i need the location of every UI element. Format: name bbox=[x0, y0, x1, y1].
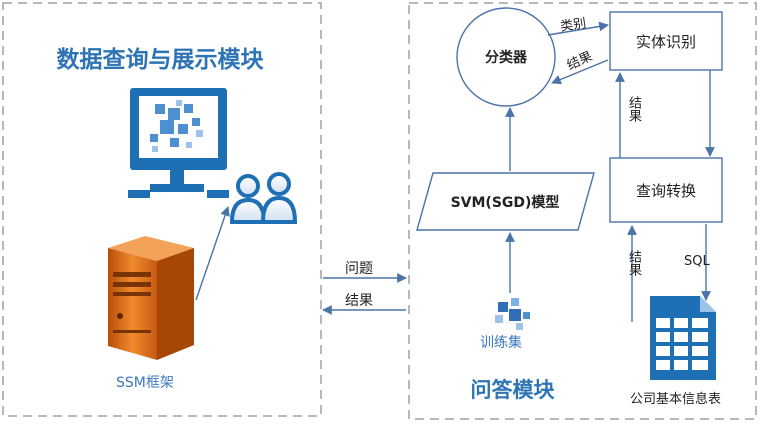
left-module-title: 数据查询与展示模块 bbox=[56, 47, 264, 73]
entity-result-edge-label: 结果 bbox=[626, 96, 641, 122]
server-icon bbox=[108, 236, 194, 360]
entity-recognition-label: 实体识别 bbox=[635, 33, 696, 51]
users-icon bbox=[229, 172, 298, 224]
question-edge-label: 问题 bbox=[345, 261, 373, 277]
sql-edge-label: SQL bbox=[684, 254, 710, 269]
table-label: 公司基本信息表 bbox=[630, 392, 722, 407]
training-set-icon bbox=[495, 298, 530, 330]
category-edge-label: 类别 bbox=[559, 16, 588, 35]
query-conversion-label: 查询转换 bbox=[635, 182, 696, 200]
result-edge-label: 结果 bbox=[345, 293, 373, 309]
table-icon bbox=[650, 296, 716, 380]
training-set-label: 训练集 bbox=[480, 335, 522, 351]
table-result-edge-label: 结果 bbox=[626, 250, 641, 276]
server-label: SSM框架 bbox=[116, 375, 174, 391]
right-module-title: 问答模块 bbox=[470, 378, 555, 402]
model-label: SVM(SGD)模型 bbox=[450, 195, 560, 211]
classifier-label: 分类器 bbox=[485, 50, 527, 66]
server-to-users-arrow bbox=[195, 206, 230, 301]
monitor-icon bbox=[128, 88, 229, 198]
